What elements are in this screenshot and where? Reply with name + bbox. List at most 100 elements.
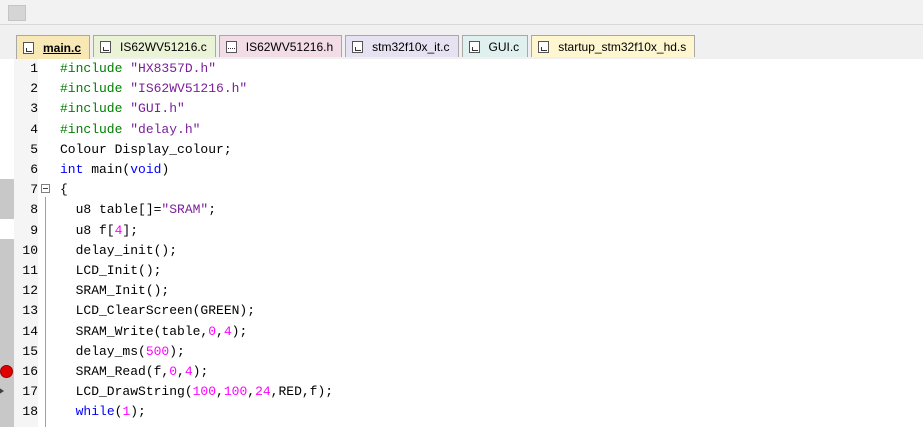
code-text: delay_init(); — [60, 241, 177, 261]
code-token: 500 — [145, 343, 170, 359]
code-token: ) — [161, 162, 170, 177]
code-line[interactable]: 15 delay_ms(500); — [0, 342, 923, 362]
code-token: SRAM_Read(f, — [60, 364, 170, 379]
code-token: #include — [60, 81, 131, 97]
code-text: SRAM_Read(f,0,4); — [60, 362, 209, 382]
code-text: #include "HX8357D.h" — [60, 59, 216, 79]
code-line[interactable]: 9 u8 f[4]; — [0, 221, 923, 241]
code-text: #include "delay.h" — [60, 120, 200, 140]
code-line[interactable]: 14 SRAM_Write(table,0,4); — [0, 322, 923, 342]
code-text: LCD_ClearScreen(GREEN); — [60, 301, 255, 321]
code-token: "HX8357D.h" — [130, 61, 217, 76]
tab-label: GUI.c — [488, 39, 520, 54]
code-token: main( — [83, 162, 131, 177]
code-line[interactable]: 12 SRAM_Init(); — [0, 281, 923, 301]
code-token: delay_init(); — [60, 242, 178, 258]
code-line[interactable]: 13 LCD_ClearScreen(GREEN); — [0, 301, 923, 321]
code-line[interactable]: 10 delay_init(); — [0, 241, 923, 261]
tab-is62wv51216-c[interactable]: IS62WV51216.c — [93, 35, 216, 57]
code-text: u8 table[]="SRAM"; — [60, 200, 216, 220]
tab-gui-c[interactable]: GUI.c — [461, 35, 529, 57]
line-number: 9 — [30, 222, 38, 238]
code-token: delay_ms( — [60, 343, 146, 359]
code-token: LCD_Init(); — [60, 263, 162, 278]
line-number: 13 — [22, 303, 38, 319]
code-token: void — [130, 162, 162, 177]
h-file-icon — [225, 40, 237, 53]
code-token: 100 — [223, 384, 248, 400]
line-number: 6 — [30, 162, 38, 177]
tab-is62wv51216-h[interactable]: IS62WV51216.h — [218, 35, 343, 57]
code-text: SRAM_Init(); — [60, 281, 170, 301]
code-line[interactable]: 3 #include "GUI.h" — [0, 99, 923, 119]
code-line[interactable]: 18 while(1); — [0, 402, 923, 422]
code-line[interactable]: 4 #include "delay.h" — [0, 120, 923, 140]
code-token: ); — [231, 323, 248, 339]
line-number: 18 — [22, 404, 38, 420]
code-line[interactable]: 6 int main(void) — [0, 160, 923, 180]
code-line[interactable]: 1 #include "HX8357D.h" — [0, 59, 923, 79]
code-editor[interactable]: 1 #include "HX8357D.h" 2 #include "IS62WV51… — [0, 59, 923, 427]
code-token: SRAM_Write(table, — [60, 323, 209, 339]
code-token: , — [247, 384, 256, 400]
code-token: 100 — [192, 384, 217, 400]
code-token: #include — [60, 61, 131, 76]
line-number: 12 — [22, 283, 38, 299]
breakpoint-icon[interactable] — [0, 365, 13, 378]
line-number: 4 — [30, 121, 38, 137]
tab-stm32f10x-it-c[interactable]: stm32f10x_it.c — [345, 35, 459, 57]
code-token: ); — [192, 364, 209, 379]
toolbar-button[interactable] — [8, 5, 26, 21]
c-file-icon — [100, 40, 112, 53]
line-number: 10 — [22, 242, 38, 258]
code-token: LCD_ClearScreen(GREEN); — [60, 303, 256, 319]
c-file-icon — [468, 40, 480, 53]
code-text: Colour Display_colour; — [60, 140, 232, 160]
code-line[interactable]: 7{ — [0, 180, 923, 200]
code-text: while(1); — [60, 402, 146, 422]
code-line[interactable]: 16 SRAM_Read(f,0,4); — [0, 362, 923, 382]
code-line[interactable]: 2 #include "IS62WV51216.h" — [0, 79, 923, 99]
tab-label: main.c — [43, 40, 82, 55]
code-token: ,RED,f); — [270, 384, 334, 400]
code-line[interactable]: 8 u8 table[]="SRAM"; — [0, 200, 923, 220]
line-number: 16 — [22, 364, 38, 379]
current-line-arrow-icon — [0, 387, 4, 396]
code-line[interactable]: 11 LCD_Init(); — [0, 261, 923, 281]
line-number: 15 — [22, 343, 38, 359]
code-token: u8 table[]= — [60, 202, 162, 218]
toolbar — [0, 0, 923, 25]
c-file-icon — [23, 41, 34, 54]
code-text: delay_ms(500); — [60, 342, 185, 362]
code-token: "SRAM" — [161, 202, 209, 218]
code-token: "GUI.h" — [130, 101, 185, 117]
code-token: "delay.h" — [130, 121, 201, 137]
code-token: 24 — [255, 384, 271, 400]
code-text: #include "IS62WV51216.h" — [60, 79, 247, 99]
code-line[interactable]: 17 LCD_DrawString(100,100,24,RED,f); — [0, 382, 923, 402]
code-text: SRAM_Write(table,0,4); — [60, 322, 248, 342]
code-token: ); — [169, 343, 185, 359]
code-token: , — [216, 323, 224, 339]
tab-main-c[interactable]: main.c — [16, 35, 91, 59]
c-file-icon — [352, 40, 364, 53]
code-token: Colour Display_colour; — [60, 141, 232, 157]
code-text: u8 f[4]; — [60, 221, 138, 241]
code-token: ]; — [122, 222, 139, 238]
tab-label: stm32f10x_it.c — [372, 39, 450, 54]
tab-label: startup_stm32f10x_hd.s — [558, 39, 687, 54]
code-line[interactable]: 5 Colour Display_colour; — [0, 140, 923, 160]
code-text: int main(void) — [60, 160, 169, 180]
line-number: 11 — [22, 263, 38, 278]
code-token: #include — [60, 121, 131, 137]
code-token: , — [177, 364, 185, 379]
line-number: 1 — [30, 61, 38, 76]
code-token: { — [60, 182, 68, 198]
tab-startup-stm32f10x-hd-s[interactable]: startup_stm32f10x_hd.s — [531, 35, 696, 57]
line-number: 14 — [22, 323, 38, 339]
code-token: SRAM_Init(); — [60, 283, 170, 299]
fold-toggle-icon[interactable] — [41, 184, 50, 194]
code-token: 4 — [184, 364, 193, 379]
code-token: while — [75, 404, 115, 420]
